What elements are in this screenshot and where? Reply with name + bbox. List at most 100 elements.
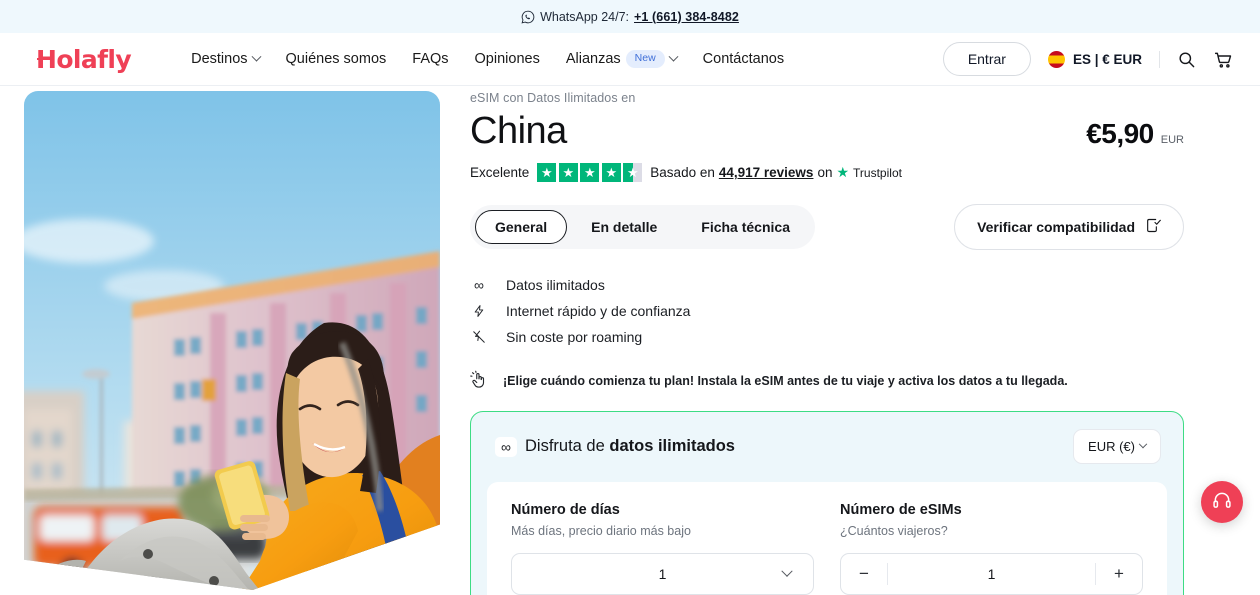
tabs-row: General En detalle Ficha técnica Verific… [470,204,1184,250]
header-actions: Entrar ES | € EUR [942,42,1234,76]
main-content: eSIM con Datos Ilimitados en China €5,90… [0,86,1260,595]
star-icon: ★ [558,163,578,182]
hero-image [24,91,440,590]
star-icon: ★ [537,163,557,182]
hero-illustration [24,91,440,590]
feature-row: Internet rápido y de confianza [470,298,1184,324]
price-currency: EUR [1160,134,1184,146]
nav-item-quienes-somos[interactable]: Quiénes somos [286,51,387,67]
feature-list: ∞ Datos ilimitados Internet rápido y de … [470,272,1184,350]
nav-label: FAQs [412,51,449,67]
promo-text: ¡Elige cuándo comienza tu plan! Instala … [503,374,1068,388]
feature-label: Datos ilimitados [506,277,605,293]
trustpilot-star-icon: ★ [836,164,850,180]
tab-en-detalle[interactable]: En detalle [571,210,677,244]
locale-label: ES | € EUR [1072,51,1142,67]
device-check-icon [1145,217,1161,237]
cart-icon[interactable] [1213,49,1234,70]
whatsapp-banner: WhatsApp 24/7: +1 (661) 384-8482 [0,0,1260,33]
nav-label: Alianzas [565,51,621,67]
nav-label: Opiniones [474,51,540,67]
feature-label: Internet rápido y de confianza [506,303,691,319]
esims-increment-button[interactable]: + [1096,564,1142,584]
feature-row: ∞ Datos ilimitados [470,272,1184,298]
chevron-down-icon [781,565,793,577]
chevron-down-icon [668,51,679,62]
support-chat-button[interactable] [1201,481,1243,523]
headset-icon [1212,490,1232,515]
reviews-on: on [817,165,833,180]
locale-selector[interactable]: ES | € EUR [1047,50,1142,68]
trustpilot-rating: Excelente ★ ★ ★ ★ ★ Basado en 44,917 rev… [470,163,1184,182]
star-icon: ★ [580,163,600,182]
offer-title-prefix: Disfruta de [525,437,610,455]
field-days: Número de días Más días, precio diario m… [511,502,814,595]
header-divider [1159,50,1160,68]
tap-hand-icon [470,370,488,392]
login-button[interactable]: Entrar [942,42,1031,76]
currency-selector[interactable]: EUR (€) [1073,429,1161,464]
tab-general[interactable]: General [475,210,568,244]
verify-label: Verificar compatibilidad [977,219,1135,235]
product-price: €5,90 [1086,118,1154,149]
esims-label: Número de eSIMs [840,502,962,518]
verify-compatibility-button[interactable]: Verificar compatibilidad [954,204,1184,250]
days-value: 1 [658,566,667,582]
feature-label: Sin coste por roaming [506,329,643,345]
esims-stepper: − 1 + [840,553,1143,595]
promo-note: ¡Elige cuándo comienza tu plan! Instala … [470,370,1184,392]
price-block: €5,90 EUR [1086,118,1184,150]
title-price-row: China €5,90 EUR [470,112,1184,150]
star-icon: ★ [601,163,621,182]
whatsapp-icon [521,10,535,24]
chevron-down-icon [1138,439,1148,448]
product-eyebrow: eSIM con Datos Ilimitados en [470,91,636,105]
nav-item-faqs[interactable]: FAQs [412,51,448,67]
days-select[interactable]: 1 [511,553,814,595]
whatsapp-label: WhatsApp 24/7: [540,9,630,24]
holafly-logo[interactable]: Holafly [36,45,132,74]
esims-sublabel: ¿Cuántos viajeros? [840,524,948,538]
offer-header: ∞ Disfruta de datos ilimitados EUR (€) [487,429,1167,464]
offer-title: Disfruta de datos ilimitados [525,437,735,456]
no-roaming-icon [470,329,488,345]
offer-card: ∞ Disfruta de datos ilimitados EUR (€) N… [470,411,1184,595]
bolt-icon [470,303,488,319]
new-badge: New [625,50,665,68]
offer-title-strong: datos ilimitados [609,437,735,455]
reviews-text: Basado en 44,917 reviews on ★ Trustpilot [650,164,902,181]
currency-label: EUR (€) [1088,439,1135,454]
nav-item-contactanos[interactable]: Contáctanos [703,51,784,67]
nav-item-alianzas[interactable]: Alianzas New [565,50,679,68]
site-header: Holafly Destinos Quiénes somos FAQs Opin… [0,33,1260,86]
rating-stars: ★ ★ ★ ★ ★ [537,163,643,182]
infinity-icon: ∞ [474,277,484,293]
whatsapp-phone-link[interactable]: +1 (661) 384-8482 [634,10,739,24]
offer-form: Número de días Más días, precio diario m… [487,482,1167,595]
days-sublabel: Más días, precio diario más bajo [511,524,691,538]
main-nav: Destinos Quiénes somos FAQs Opiniones Al… [191,50,784,68]
nav-label: Destinos [191,51,248,67]
product-panel: eSIM con Datos Ilimitados en China €5,90… [440,86,1260,595]
star-half-icon: ★ [623,163,643,182]
logo-cross-accent [37,57,54,61]
nav-item-destinos[interactable]: Destinos [191,51,261,67]
feature-row: Sin coste por roaming [470,324,1184,350]
search-icon[interactable] [1177,50,1196,69]
rating-word: Excelente [470,165,530,180]
spain-flag-icon [1047,50,1065,68]
esims-decrement-button[interactable]: − [841,564,887,584]
nav-label: Quiénes somos [285,51,387,67]
page-title: China [470,110,567,152]
reviews-link[interactable]: 44,917 reviews [719,165,814,180]
trustpilot-brand: Trustpilot [853,165,902,180]
infinity-icon: ∞ [495,436,517,457]
nav-item-opiniones[interactable]: Opiniones [475,51,540,67]
field-esims: Número de eSIMs ¿Cuántos viajeros? − 1 + [840,502,1143,595]
chevron-down-icon [251,51,261,62]
tab-ficha-tecnica[interactable]: Ficha técnica [681,210,810,244]
nav-label: Contáctanos [702,51,785,67]
days-label: Número de días [511,502,620,518]
esims-value: 1 [987,566,996,582]
product-tabs: General En detalle Ficha técnica [470,205,815,249]
